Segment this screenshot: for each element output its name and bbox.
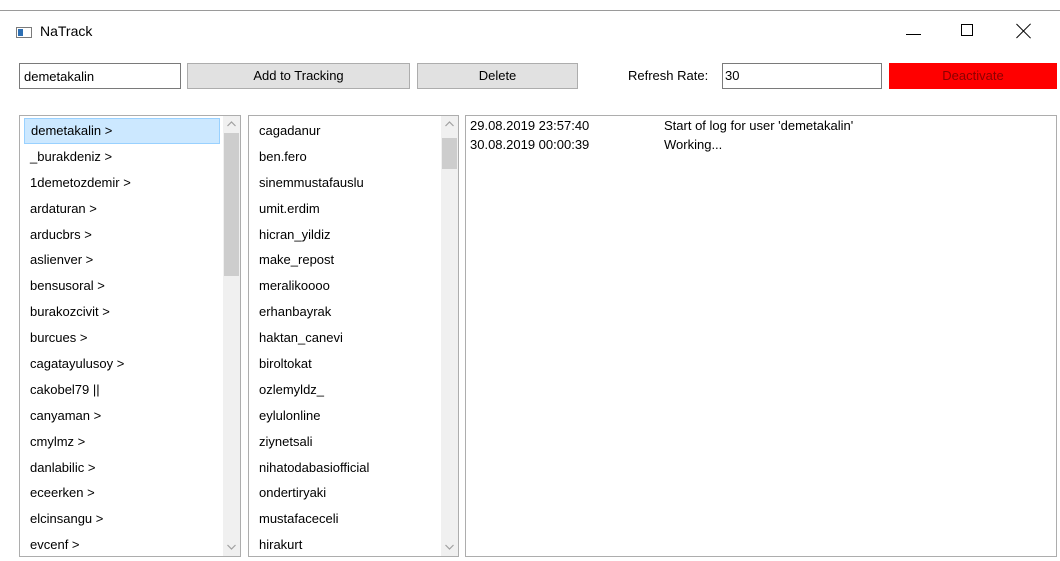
log-entry: 30.08.2019 00:00:39 Working... (470, 137, 722, 152)
list-item[interactable]: meralikoooo (253, 273, 439, 299)
list-item[interactable]: erhanbayrak (253, 299, 439, 325)
list-item[interactable]: cakobel79 || (24, 377, 220, 403)
list-item[interactable]: burcues > (24, 325, 220, 351)
add-to-tracking-button[interactable]: Add to Tracking (187, 63, 410, 89)
scroll-up-button[interactable] (223, 116, 240, 133)
list-item[interactable]: canyaman > (24, 403, 220, 429)
log-entry: 29.08.2019 23:57:40 Start of log for user… (470, 118, 853, 133)
app-window-icon (16, 27, 32, 38)
list-item[interactable]: ben.fero (253, 144, 439, 170)
title-bar: NaTrack (0, 11, 1060, 51)
list-item[interactable]: cmylmz > (24, 429, 220, 455)
log-timestamp: 29.08.2019 23:57:40 (470, 118, 590, 133)
list-item[interactable]: bensusoral > (24, 273, 220, 299)
list-item[interactable]: hirakurt (253, 532, 439, 556)
list-item[interactable]: hicran_yildiz (253, 222, 439, 248)
list-item[interactable]: eylulonline (253, 403, 439, 429)
list-item[interactable]: 1demetozdemir > (24, 170, 220, 196)
chevron-up-icon (445, 121, 454, 127)
list-item[interactable]: evcenf > (24, 532, 220, 556)
list-item[interactable]: arducbrs > (24, 222, 220, 248)
list-item[interactable]: aslienver > (24, 247, 220, 273)
scroll-up-button[interactable] (441, 116, 458, 133)
log-message: Start of log for user 'demetakalin' (664, 118, 854, 133)
list-item[interactable]: haktan_canevi (253, 325, 439, 351)
followers-list-items: cagadanur ben.fero sinemmustafauslu umit.er… (253, 118, 439, 556)
list-item[interactable]: ozlemyldz_ (253, 377, 439, 403)
log-timestamp: 30.08.2019 00:00:39 (470, 137, 590, 152)
minimize-button[interactable] (890, 11, 936, 51)
list-item[interactable]: burakozcivit > (24, 299, 220, 325)
chevron-down-icon (227, 544, 236, 550)
list-item[interactable]: umit.erdim (253, 196, 439, 222)
list-item[interactable]: ardaturan > (24, 196, 220, 222)
users-scroll-thumb[interactable] (224, 133, 239, 276)
list-item[interactable]: biroltokat (253, 351, 439, 377)
chevron-down-icon (445, 544, 454, 550)
refresh-rate-label: Refresh Rate: (628, 68, 709, 83)
list-item[interactable]: make_repost (253, 247, 439, 273)
list-item[interactable]: eceerken > (24, 480, 220, 506)
maximize-button[interactable] (944, 11, 990, 51)
users-list-items: demetakalin > _burakdeniz >1demetozdemir … (24, 118, 220, 556)
chevron-up-icon (227, 121, 236, 127)
list-item[interactable]: cagadanur (253, 118, 439, 144)
list-item[interactable]: cagatayulusoy > (24, 351, 220, 377)
close-button[interactable] (1000, 11, 1046, 51)
deactivate-button[interactable]: Deactivate (889, 63, 1057, 89)
username-input[interactable] (19, 63, 181, 89)
followers-scroll-thumb[interactable] (442, 138, 457, 169)
list-item[interactable]: danlabilic > (24, 455, 220, 481)
list-item[interactable]: demetakalin > (24, 118, 220, 144)
refresh-rate-input[interactable] (722, 63, 882, 89)
close-icon (1016, 23, 1032, 39)
list-item[interactable]: sinemmustafauslu (253, 170, 439, 196)
log-panel[interactable]: 29.08.2019 23:57:40 Start of log for user… (465, 115, 1057, 557)
scroll-down-button[interactable] (441, 539, 458, 556)
followers-scrollbar[interactable] (441, 116, 458, 556)
list-item[interactable]: ondertiryaki (253, 480, 439, 506)
log-message: Working... (664, 137, 723, 152)
list-item[interactable]: nihatodabasiofficial (253, 455, 439, 481)
list-item[interactable]: ziynetsali (253, 429, 439, 455)
list-item[interactable]: _burakdeniz > (24, 144, 220, 170)
tracked-users-list[interactable]: demetakalin > _burakdeniz >1demetozdemir … (19, 115, 241, 557)
users-scrollbar[interactable] (223, 116, 240, 556)
delete-button[interactable]: Delete (417, 63, 578, 89)
list-item[interactable]: mustafaceceli (253, 506, 439, 532)
maximize-icon (961, 24, 973, 36)
list-item[interactable]: elcinsangu > (24, 506, 220, 532)
minimize-icon (906, 34, 921, 35)
followers-list[interactable]: cagadanur ben.fero sinemmustafauslu umit.er… (248, 115, 459, 557)
scroll-down-button[interactable] (223, 539, 240, 556)
window-title: NaTrack (40, 23, 93, 39)
